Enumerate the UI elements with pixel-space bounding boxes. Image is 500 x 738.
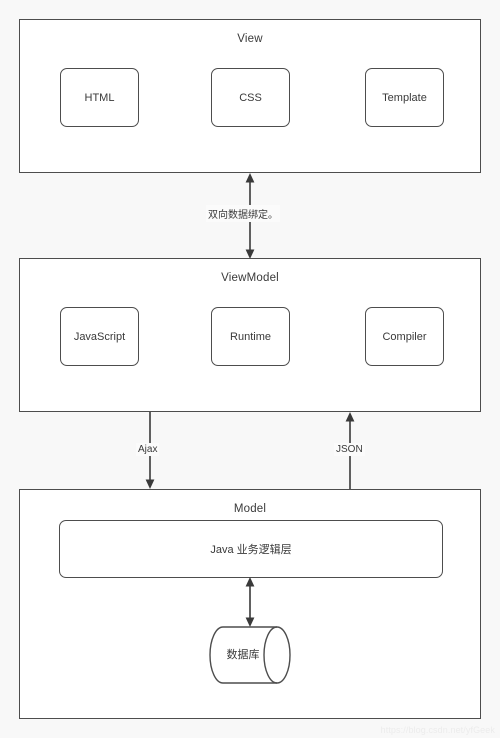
component-compiler[interactable]: Compiler [365,307,444,366]
layer-model-title: Model [233,503,267,515]
component-css[interactable]: CSS [211,68,290,127]
diagram-canvas: View HTML CSS Template 双向数据绑定。 ViewModel… [0,0,500,738]
connector-label-two-way-binding: 双向数据绑定。 [206,205,280,222]
layer-viewmodel-title: ViewModel [221,272,279,284]
component-template[interactable]: Template [365,68,444,127]
connector-label-json: JSON [334,443,365,456]
component-java-business-logic[interactable]: Java 业务逻辑层 [59,520,443,578]
connector-java-database[interactable] [244,577,256,627]
component-runtime[interactable]: Runtime [211,307,290,366]
component-html[interactable]: HTML [60,68,139,127]
component-javascript[interactable]: JavaScript [60,307,139,366]
layer-viewmodel[interactable]: ViewModel JavaScript Runtime Compiler [19,258,481,412]
watermark: https://blog.csdn.net/yfGeek [380,725,495,735]
database-label: 数据库 [226,649,260,661]
layer-view-title: View [237,33,263,45]
connector-label-ajax: Ajax [136,443,160,456]
layer-view[interactable]: View HTML CSS Template [19,19,481,173]
